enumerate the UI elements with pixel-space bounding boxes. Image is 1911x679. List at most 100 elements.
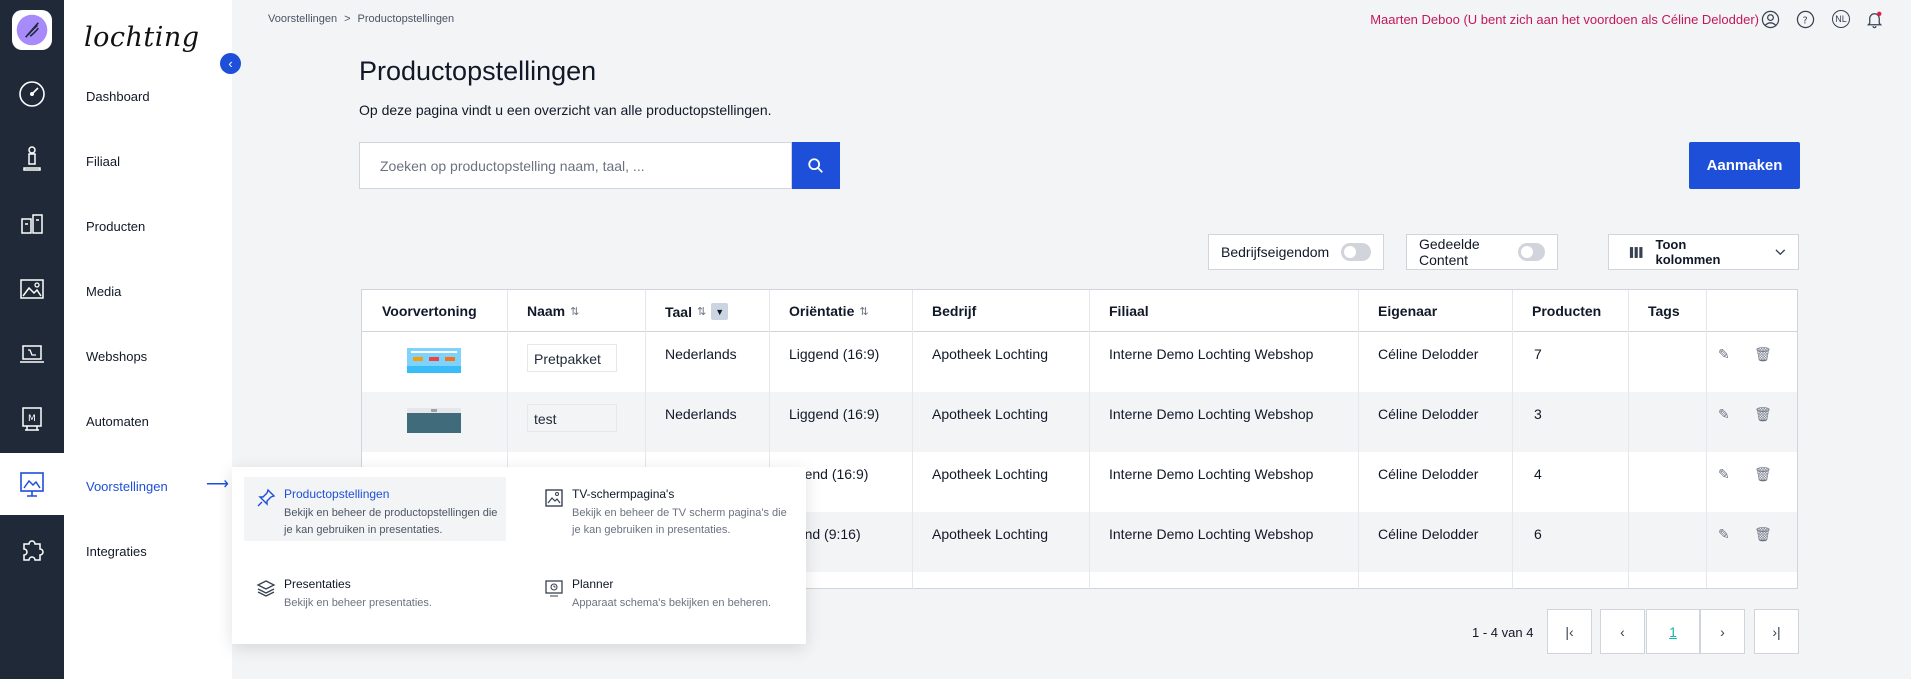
chevron-down-icon bbox=[1775, 248, 1786, 255]
sort-icon[interactable]: ⇅ bbox=[859, 305, 868, 318]
help-icon[interactable]: ? bbox=[1795, 9, 1815, 29]
planner-screen-icon bbox=[545, 580, 563, 597]
delete-trash-icon[interactable]: 🗑 bbox=[1754, 526, 1772, 543]
cell-eigenaar: Céline Delodder bbox=[1378, 346, 1479, 362]
bedrijfseigendom-toggle[interactable] bbox=[1341, 243, 1371, 261]
integrations-puzzle-icon[interactable] bbox=[0, 518, 64, 580]
voorstellingen-flyout-menu: Productopstellingen Bekijk en beheer de … bbox=[232, 467, 806, 644]
edit-pencil-icon[interactable]: ✎ bbox=[1718, 526, 1730, 543]
cell-filiaal: Interne Demo Lochting Webshop bbox=[1109, 346, 1314, 362]
col-taal[interactable]: Taal ⇅ ▼ bbox=[665, 303, 729, 320]
column-divider bbox=[1706, 290, 1707, 590]
table-row[interactable]: test Nederlands Liggend (16:9) Apotheek … bbox=[362, 392, 1797, 452]
breadcrumb-root[interactable]: Voorstellingen bbox=[268, 13, 337, 25]
edit-pencil-icon[interactable]: ✎ bbox=[1718, 346, 1730, 363]
cell-eigenaar: Céline Delodder bbox=[1378, 526, 1479, 542]
preview-thumbnail[interactable] bbox=[407, 408, 461, 433]
bell-icon[interactable] bbox=[1864, 9, 1884, 29]
search-icon bbox=[808, 157, 823, 173]
sidebar-item-filiaal[interactable]: Filiaal bbox=[86, 154, 120, 169]
language-icon[interactable]: NL bbox=[1831, 9, 1851, 29]
flyout-description: Bekijk en beheer de TV scherm pagina's d… bbox=[572, 507, 787, 536]
sidebar-item-dashboard[interactable]: Dashboard bbox=[86, 89, 150, 104]
col-orientatie[interactable]: Oriëntatie ⇅ bbox=[789, 303, 869, 319]
flyout-item-tv-schermpaginas[interactable]: TV-schermpagina's Bekijk en beheer de TV… bbox=[532, 477, 794, 541]
columns-icon bbox=[1629, 246, 1643, 258]
col-eigenaar: Eigenaar bbox=[1378, 303, 1438, 319]
name-field[interactable]: Pretpakket bbox=[527, 344, 617, 372]
vending-machine-icon[interactable]: M bbox=[0, 388, 64, 450]
flyout-title: Presentaties bbox=[284, 577, 351, 591]
breadcrumb-separator: > bbox=[344, 13, 351, 25]
dashboard-icon[interactable] bbox=[0, 63, 64, 125]
gedeelde-content-toggle[interactable] bbox=[1517, 243, 1545, 261]
app-logo-icon[interactable] bbox=[12, 10, 52, 50]
pin-icon bbox=[257, 488, 276, 507]
presentations-icon[interactable] bbox=[0, 453, 64, 515]
cell-filiaal: Interne Demo Lochting Webshop bbox=[1109, 526, 1314, 542]
gedeelde-content-filter[interactable]: Gedeelde Content bbox=[1406, 234, 1558, 270]
collapse-sidebar-button[interactable]: ‹ bbox=[220, 53, 241, 74]
image-frame-icon bbox=[545, 489, 563, 507]
last-page-button[interactable]: ›| bbox=[1754, 609, 1799, 654]
svg-text:M: M bbox=[28, 414, 36, 424]
impersonation-banner[interactable]: Maarten Deboo (U bent zich aan het voord… bbox=[1370, 12, 1759, 27]
search-input[interactable]: Zoeken op productopstelling naam, taal, … bbox=[359, 142, 792, 189]
store-person-icon[interactable] bbox=[0, 128, 64, 190]
create-button[interactable]: Aanmaken bbox=[1689, 142, 1800, 189]
flyout-description: Bekijk en beheer de productopstellingen … bbox=[284, 507, 498, 536]
cell-bedrijf: Apotheek Lochting bbox=[932, 346, 1048, 362]
toon-kolommen-dropdown[interactable]: Toon kolommen bbox=[1608, 234, 1799, 270]
cell-producten: 4 bbox=[1534, 466, 1542, 482]
column-divider bbox=[1628, 290, 1629, 590]
sidebar-nav: lochting Dashboard Filiaal Producten Med… bbox=[64, 0, 232, 679]
media-icon[interactable] bbox=[0, 258, 64, 320]
cell-taal: Nederlands bbox=[665, 406, 737, 422]
preview-thumbnail[interactable] bbox=[407, 348, 461, 373]
cell-taal: Nederlands bbox=[665, 346, 737, 362]
flyout-description: Apparaat schema's bekijken en beheren. bbox=[572, 597, 772, 609]
filter-funnel-icon[interactable]: ▼ bbox=[711, 303, 729, 320]
name-field[interactable]: test bbox=[527, 404, 617, 432]
page-title: Productopstellingen bbox=[359, 56, 597, 86]
toon-kolommen-label: Toon kolommen bbox=[1655, 237, 1721, 267]
products-icon[interactable] bbox=[0, 193, 64, 255]
bedrijfseigendom-filter[interactable]: Bedrijfseigendom bbox=[1208, 234, 1384, 270]
layers-icon bbox=[256, 580, 276, 597]
edit-pencil-icon[interactable]: ✎ bbox=[1718, 466, 1730, 483]
delete-trash-icon[interactable]: 🗑 bbox=[1754, 346, 1772, 363]
sidebar-item-voorstellingen[interactable]: Voorstellingen bbox=[86, 479, 168, 494]
col-naam[interactable]: Naam ⇅ bbox=[527, 303, 579, 319]
delete-trash-icon[interactable]: 🗑 bbox=[1754, 406, 1772, 423]
cell-eigenaar: Céline Delodder bbox=[1378, 406, 1479, 422]
icon-rail: M bbox=[0, 0, 64, 679]
search-button[interactable] bbox=[792, 142, 840, 189]
user-circle-icon[interactable] bbox=[1760, 9, 1780, 29]
table-header: Voorvertoning Naam ⇅ Taal ⇅ ▼ Oriëntatie ⇅ B… bbox=[362, 290, 1797, 332]
delete-trash-icon[interactable]: 🗑 bbox=[1754, 466, 1772, 483]
next-page-button[interactable]: › bbox=[1700, 609, 1745, 654]
sidebar-item-producten[interactable]: Producten bbox=[86, 219, 145, 234]
first-page-button[interactable]: |‹ bbox=[1547, 609, 1592, 654]
column-divider bbox=[1089, 290, 1090, 590]
sidebar-item-media[interactable]: Media bbox=[86, 284, 121, 299]
cell-producten: 3 bbox=[1534, 406, 1542, 422]
active-arrow-icon: ⟶ bbox=[206, 476, 229, 493]
edit-pencil-icon[interactable]: ✎ bbox=[1718, 406, 1730, 423]
sidebar-item-automaten[interactable]: Automaten bbox=[86, 414, 149, 429]
table-row[interactable]: Pretpakket Nederlands Liggend (16:9) Apo… bbox=[362, 332, 1797, 392]
sidebar-item-integraties[interactable]: Integraties bbox=[86, 544, 147, 559]
flyout-item-planner[interactable]: Planner Apparaat schema's bekijken en be… bbox=[532, 567, 794, 631]
sidebar-item-webshops[interactable]: Webshops bbox=[86, 349, 147, 364]
prev-page-button[interactable]: ‹ bbox=[1600, 609, 1645, 654]
flyout-item-presentaties[interactable]: Presentaties Bekijk en beheer presentati… bbox=[244, 567, 506, 631]
webshop-icon[interactable] bbox=[0, 323, 64, 385]
cell-bedrijf: Apotheek Lochting bbox=[932, 406, 1048, 422]
page-number-button[interactable]: 1 bbox=[1646, 609, 1700, 654]
breadcrumb: Voorstellingen > Productopstellingen bbox=[268, 13, 454, 25]
flyout-item-productopstellingen[interactable]: Productopstellingen Bekijk en beheer de … bbox=[244, 477, 506, 541]
sort-icon[interactable]: ⇅ bbox=[697, 305, 706, 318]
sort-icon[interactable]: ⇅ bbox=[570, 305, 579, 318]
flyout-title: Planner bbox=[572, 577, 614, 591]
column-divider bbox=[1358, 290, 1359, 590]
